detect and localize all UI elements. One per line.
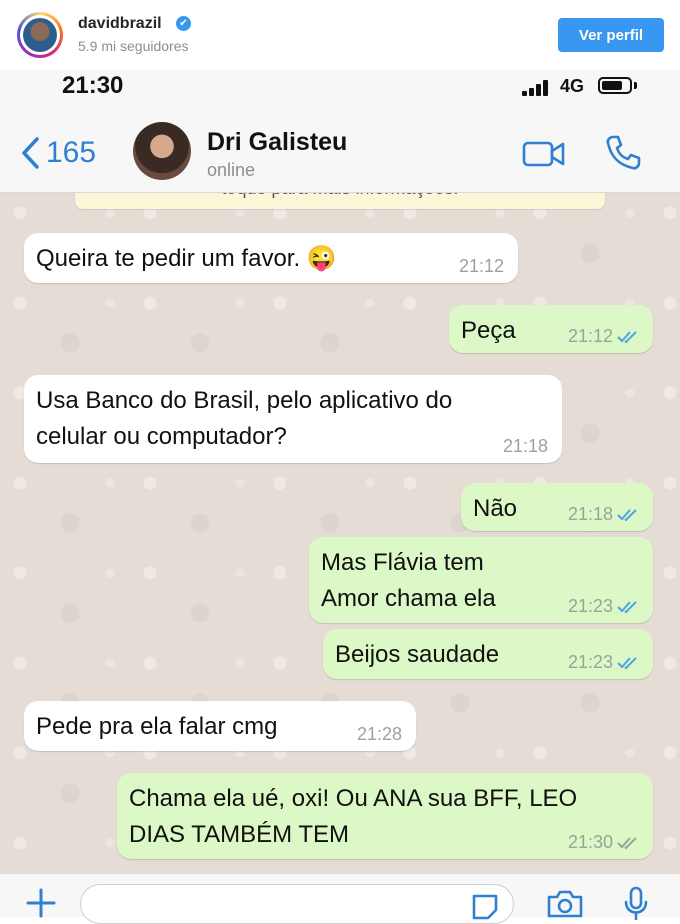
back-button[interactable]: 165 [20, 136, 96, 170]
microphone-icon[interactable] [622, 886, 650, 920]
verified-badge-icon: ✔ [176, 16, 191, 31]
camera-icon[interactable] [546, 888, 584, 918]
video-camera-icon[interactable] [522, 140, 566, 168]
incoming-message[interactable]: Queira te pedir um favor. 😜 21:12 [24, 233, 518, 283]
outgoing-message[interactable]: Peça 21:12 [449, 305, 653, 353]
read-receipt-icon [617, 330, 637, 343]
message-time: 21:18 [502, 436, 548, 456]
unread-count: 165 [46, 136, 97, 169]
message-input-bar [0, 873, 680, 924]
view-profile-button[interactable]: Ver perfil [558, 18, 664, 52]
message-time: 21:23 [567, 652, 613, 672]
message-time: 21:12 [567, 326, 613, 346]
chevron-left-icon [22, 137, 39, 169]
contact-status: online [207, 160, 256, 180]
incoming-message[interactable]: Pede pra ela falar cmg 21:28 [24, 701, 416, 751]
message-text: Queira te pedir um favor. 😜 [36, 245, 337, 272]
read-receipt-icon [617, 656, 637, 669]
chat-messages-area[interactable]: toque para mais informações. Queira te p… [0, 193, 680, 873]
outgoing-message[interactable]: Mas Flávia tem Amor chama ela 21:23 [309, 537, 653, 623]
outgoing-message[interactable]: Beijos saudade 21:23 [323, 629, 653, 679]
message-text: Pede pra ela falar cmg [36, 713, 278, 740]
phone-icon[interactable] [604, 134, 642, 172]
instagram-embed-header: davidbrazil ✔ 5.9 mi seguidores Ver perf… [0, 0, 680, 71]
read-receipt-icon [617, 600, 637, 613]
outgoing-message[interactable]: Chama ela ué, oxi! Ou ANA sua BFF, LEO D… [117, 773, 653, 859]
message-text: Usa Banco do Brasil, pelo aplicativo do … [36, 387, 453, 450]
contact-name[interactable]: Dri Galisteu [207, 128, 347, 157]
message-input[interactable] [80, 884, 514, 924]
profile-username[interactable]: davidbrazil [78, 15, 162, 33]
phone-status-bar: 21:30 4G [0, 70, 680, 106]
message-text: Chama ela ué, oxi! Ou ANA sua BFF, LEO D… [129, 785, 578, 848]
delivered-receipt-icon [617, 836, 637, 849]
battery-icon [598, 77, 632, 94]
read-receipt-icon [617, 508, 637, 521]
message-time: 21:28 [356, 724, 402, 744]
signal-strength-icon [522, 80, 552, 96]
chat-header: 165 Dri Galisteu online [0, 106, 680, 193]
sticker-icon[interactable] [470, 892, 500, 922]
message-time: 21:18 [567, 504, 613, 524]
plus-icon[interactable] [26, 888, 56, 918]
message-time: 21:30 [567, 832, 613, 852]
encryption-notice[interactable]: toque para mais informações. [75, 193, 605, 209]
contact-avatar[interactable] [133, 122, 191, 180]
network-type: 4G [560, 76, 585, 96]
status-time: 21:30 [62, 72, 124, 99]
message-time: 21:23 [567, 596, 613, 616]
message-time: 21:12 [458, 256, 504, 276]
profile-avatar[interactable] [17, 12, 63, 58]
outgoing-message[interactable]: Não 21:18 [461, 483, 653, 531]
follower-count: 5.9 mi seguidores [78, 38, 189, 54]
incoming-message[interactable]: Usa Banco do Brasil, pelo aplicativo do … [24, 375, 562, 463]
